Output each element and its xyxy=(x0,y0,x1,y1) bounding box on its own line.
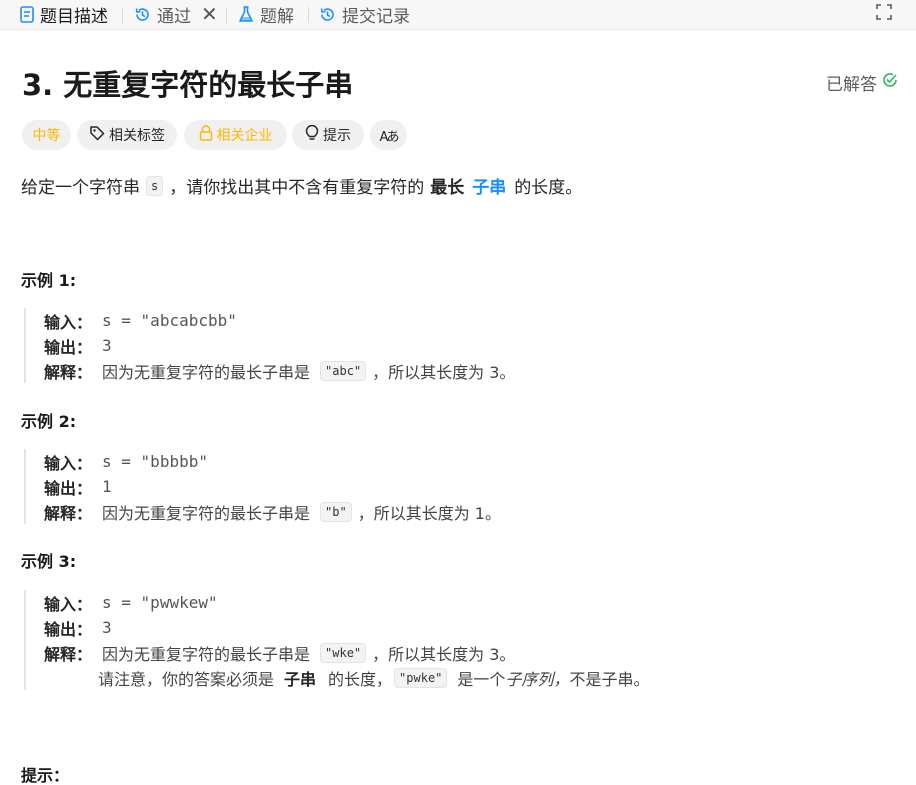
inline-code: "pwke" xyxy=(394,667,448,688)
explain-prefix: 因为无重复字符的最长子串是 xyxy=(102,503,311,523)
explain-prefix: 因为无重复字符的最长子串是 xyxy=(102,362,311,382)
fullscreen-button[interactable] xyxy=(874,4,894,24)
description-suffix: 的长度。 xyxy=(514,178,583,198)
tab-editorial[interactable]: 题解 xyxy=(238,0,294,28)
translate-icon: Aあ xyxy=(379,129,400,145)
solved-status-label: 已解答 xyxy=(826,75,877,95)
example-block: 输入： s = "pwwkew" 输出： 3 解释： 因为无重复字符的最长子串是… xyxy=(24,590,649,690)
output-label: 输出： xyxy=(44,478,93,498)
lock-icon xyxy=(199,125,213,145)
description-middle: ，请你找出其中不含有重复字符的 xyxy=(169,178,425,198)
check-circle-icon xyxy=(882,72,898,93)
example-block: 输入： s = "bbbbb" 输出： 1 解释： 因为无重复字符的最长子串是 … xyxy=(24,449,501,524)
related-companies-button[interactable]: 相关企业 xyxy=(184,120,287,150)
tab-divider xyxy=(308,7,309,23)
tab-solutions-passed[interactable]: 通过 ✕ xyxy=(134,0,218,28)
example-input: 输入： s = "abcabcbb" xyxy=(44,308,515,333)
example-input: 输入： s = "bbbbb" xyxy=(44,449,501,474)
description-prefix: 给定一个字符串 xyxy=(21,178,140,198)
example-explanation: 解释： 因为无重复字符的最长子串是 "b" ，所以其长度为 1。 xyxy=(44,499,501,524)
note-italic: 子序列， xyxy=(505,669,570,689)
tab-description-label: 题目描述 xyxy=(40,6,108,27)
example-heading: 示例 3: xyxy=(21,552,77,571)
example-block: 输入： s = "abcabcbb" 输出： 3 解释： 因为无重复字符的最长子… xyxy=(24,308,515,383)
output-value: 1 xyxy=(102,477,112,496)
example-heading: 示例 2: xyxy=(21,412,77,431)
page-title: 3. 无重复字符的最长子串 xyxy=(22,68,354,102)
tab-passed-label: 通过 xyxy=(157,6,191,27)
note-prefix: 请注意，你的答案必须是 xyxy=(98,669,275,689)
tab-bar: 题目描述 通过 ✕ 题解 提交记录 xyxy=(0,0,916,30)
explain-suffix: ，所以其长度为 3。 xyxy=(372,644,516,664)
hint-label: 提示 xyxy=(323,128,351,144)
inline-code: "b" xyxy=(320,501,352,522)
example-explanation: 解释： 因为无重复字符的最长子串是 "wke" ，所以其长度为 3。 xyxy=(44,640,649,665)
inline-code: "wke" xyxy=(320,642,367,663)
tab-submissions[interactable]: 提交记录 xyxy=(319,0,410,28)
example-heading: 示例 1: xyxy=(21,271,77,290)
lightbulb-icon xyxy=(305,124,319,146)
explain-label: 解释： xyxy=(44,362,93,382)
explain-label: 解释： xyxy=(44,644,93,664)
note-mid2: 是一个 xyxy=(457,669,506,689)
explain-prefix: 因为无重复字符的最长子串是 xyxy=(102,644,311,664)
example-note: 请注意，你的答案必须是 子串 的长度， "pwke" 是一个 子序列， 不是子串… xyxy=(44,665,649,690)
example-input: 输入： s = "pwwkew" xyxy=(44,590,649,615)
inline-code: s xyxy=(146,175,164,196)
inline-code: "abc" xyxy=(320,360,367,381)
tab-description[interactable]: 题目描述 xyxy=(20,0,108,28)
tab-editorial-label: 题解 xyxy=(260,6,294,27)
description-bold: 最长 xyxy=(430,178,465,198)
explain-suffix: ，所以其长度为 3。 xyxy=(372,362,516,382)
input-value: s = "pwwkew" xyxy=(102,593,218,612)
related-tags-button[interactable]: 相关标签 xyxy=(77,120,177,150)
example-output: 输出： 3 xyxy=(44,333,515,358)
document-icon xyxy=(20,5,34,23)
output-value: 3 xyxy=(102,618,112,637)
problem-description: 给定一个字符串 s ，请你找出其中不含有重复字符的 最长 子串 的长度。 xyxy=(21,173,582,198)
note-mid: 的长度， xyxy=(328,669,393,689)
output-value: 3 xyxy=(102,336,112,355)
input-value: s = "abcabcbb" xyxy=(102,311,237,330)
close-icon[interactable]: ✕ xyxy=(201,4,218,24)
example-output: 输出： 3 xyxy=(44,615,649,640)
tab-divider xyxy=(226,7,227,23)
note-suffix: 不是子串。 xyxy=(569,669,650,689)
related-tags-label: 相关标签 xyxy=(109,128,165,144)
output-label: 输出： xyxy=(44,337,93,357)
hints-heading: 提示： xyxy=(21,766,70,785)
substring-link[interactable]: 子串 xyxy=(472,173,506,198)
history-icon xyxy=(319,6,336,23)
tag-icon xyxy=(89,125,105,145)
output-label: 输出： xyxy=(44,619,93,639)
note-bold: 子串 xyxy=(284,669,317,689)
explain-suffix: ，所以其长度为 1。 xyxy=(357,503,501,523)
difficulty-badge: 中等 xyxy=(22,120,71,150)
flask-icon xyxy=(238,5,254,23)
input-label: 输入： xyxy=(44,594,93,614)
explain-label: 解释： xyxy=(44,503,93,523)
difficulty-label: 中等 xyxy=(32,128,61,144)
input-value: s = "bbbbb" xyxy=(102,452,208,471)
example-output: 输出： 1 xyxy=(44,474,501,499)
tab-submissions-label: 提交记录 xyxy=(342,6,410,27)
example-explanation: 解释： 因为无重复字符的最长子串是 "abc" ，所以其长度为 3。 xyxy=(44,358,515,383)
related-companies-label: 相关企业 xyxy=(216,128,273,144)
hint-button[interactable]: 提示 xyxy=(292,120,364,150)
translate-button[interactable]: Aあ xyxy=(370,120,407,150)
expand-icon xyxy=(876,4,892,24)
input-label: 输入： xyxy=(44,453,93,473)
input-label: 输入： xyxy=(44,312,93,332)
solved-status: 已解答 xyxy=(826,70,898,95)
tab-divider xyxy=(122,7,123,23)
history-icon xyxy=(134,6,151,23)
